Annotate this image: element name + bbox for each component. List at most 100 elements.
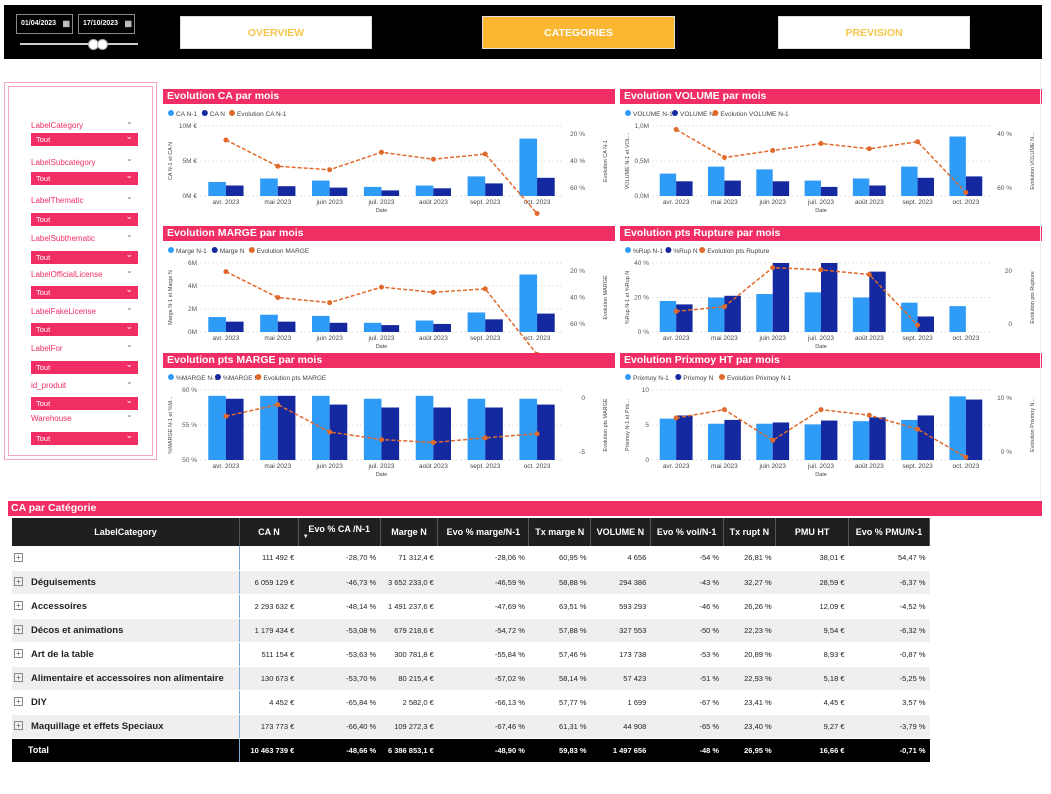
calendar-icon[interactable]: ▦ xyxy=(124,15,132,33)
expand-icon[interactable]: + xyxy=(14,697,23,707)
filter-select-5[interactable]: Tout xyxy=(31,320,138,336)
legend-dot xyxy=(625,247,631,253)
vertical-scrollbar[interactable] xyxy=(1040,60,1041,500)
table-row[interactable]: + Maquillage et effets Speciaux 173 773 € -… xyxy=(12,714,930,739)
evolution-point xyxy=(482,151,488,157)
chevron-down-icon[interactable]: ⌄ xyxy=(126,230,133,239)
column-header-9[interactable]: PMU HT xyxy=(775,518,849,546)
bar-prev xyxy=(659,173,677,196)
evolution-point xyxy=(379,284,384,290)
tab-overview[interactable]: OVERVIEW xyxy=(180,16,372,49)
row-label-text: DIY xyxy=(31,696,47,708)
table-row[interactable]: + Art de la table 511 154 € -53,63 % 300 781… xyxy=(12,642,930,667)
x-tick-label: avr. 2023 xyxy=(213,199,240,206)
filter-select-0[interactable]: Tout xyxy=(31,130,138,146)
table-cell: 8,93 € xyxy=(775,642,849,667)
table-row[interactable]: + Accessoires 2 293 632 € -48,14 % 1 491 237… xyxy=(12,594,930,619)
bar-prev xyxy=(312,180,330,196)
x-tick-label: mai 2023 xyxy=(264,199,291,206)
y-tick-label: 50 % xyxy=(182,457,197,464)
column-header-4[interactable]: Evo % marge/N-1 xyxy=(437,518,530,546)
calendar-icon[interactable]: ▦ xyxy=(62,15,70,33)
total-cell: 10 463 739 € xyxy=(239,738,299,763)
filter-select-4[interactable]: Tout xyxy=(31,283,138,299)
filter-select-2[interactable]: Tout xyxy=(31,210,138,226)
date-end-field[interactable]: 17/10/2023 ▦ xyxy=(78,14,135,34)
evolution-point xyxy=(430,156,436,162)
table-row[interactable]: + Déguisements 6 059 129 € -46,73 % 3 652 23… xyxy=(12,570,930,595)
column-header-6[interactable]: VOLUME N xyxy=(590,518,651,546)
filter-select-6[interactable]: Tout xyxy=(31,358,138,374)
expand-icon[interactable]: + xyxy=(14,673,23,683)
tab-prevision[interactable]: PREVISION xyxy=(778,16,970,49)
expand-icon[interactable]: + xyxy=(14,649,23,659)
column-header-7[interactable]: Evo % vol/N-1 xyxy=(650,518,724,546)
chevron-down-icon[interactable]: ⌄ xyxy=(126,117,133,126)
bar-prev xyxy=(901,166,918,196)
filter-select-8[interactable]: Tout xyxy=(31,429,138,445)
evolution-point xyxy=(275,402,281,408)
expand-icon[interactable]: + xyxy=(14,553,23,563)
table-cell: 4,45 € xyxy=(775,690,849,715)
column-header-2[interactable]: Evo % CA /N-1 ▼ xyxy=(298,518,381,546)
legend-label: Evolution VOLUME N-1 xyxy=(720,111,789,118)
evolution-point xyxy=(721,304,727,310)
date-start-field[interactable]: 01/04/2023 ▦ xyxy=(16,14,73,34)
chart-title-3: Evolution pts Rupture par mois xyxy=(620,226,1042,241)
x-tick-label: sept. 2023 xyxy=(470,199,501,206)
chevron-down-icon[interactable]: ⌄ xyxy=(126,340,133,349)
column-header-3[interactable]: Marge N xyxy=(380,518,439,546)
chevron-down-icon[interactable]: ⌄ xyxy=(126,192,133,201)
tab-categories[interactable]: CATEGORIES xyxy=(482,16,675,49)
expand-icon[interactable]: + xyxy=(14,625,23,635)
table-cell: 80 215,4 € xyxy=(380,666,438,691)
y-tick-label: 55 % xyxy=(182,422,197,429)
expand-icon[interactable]: + xyxy=(14,721,23,731)
slider-handle-end[interactable] xyxy=(97,39,108,50)
y-tick-label: 0 xyxy=(645,457,649,464)
chevron-down-icon[interactable]: ⌄ xyxy=(126,266,133,275)
legend-dot xyxy=(699,247,706,253)
bar-cur xyxy=(724,295,741,332)
x-tick-label: oct. 2023 xyxy=(524,335,551,342)
chevron-down-icon[interactable]: ⌄ xyxy=(126,154,133,163)
row-label: + Alimentaire et accessoires non alimenta… xyxy=(12,666,241,691)
column-header-8[interactable]: Tx rupt N xyxy=(723,518,777,546)
chart-5: Prixmoy N-1 Prixmoy N Evolution Prixmoy N-… xyxy=(625,374,1036,478)
legend-dot xyxy=(675,374,682,380)
bar-prev xyxy=(519,398,538,460)
column-header-1[interactable]: CA N xyxy=(239,518,299,546)
column-header-0[interactable]: LabelCategory xyxy=(12,518,241,546)
y-tick-label: 0M € xyxy=(183,193,198,200)
table-cell: -46,73 % xyxy=(298,570,381,595)
expand-icon[interactable]: + xyxy=(14,577,23,587)
filter-select-7[interactable]: Tout xyxy=(31,394,138,410)
table-row[interactable]: + Décos et animations 1 179 434 € -53,08 % 6… xyxy=(12,618,930,643)
evolution-point xyxy=(963,190,969,195)
table-cell: -28,70 % xyxy=(298,546,381,571)
bar-prev xyxy=(519,274,538,332)
table-row[interactable]: + DIY 4 452 € -65,84 % 2 582,0 € -66,13 % 57,7… xyxy=(12,690,930,715)
date-range-slider[interactable] xyxy=(20,43,138,45)
table-header-row: LabelCategory CA N Evo % CA /N-1 ▼ Marge N Ev… xyxy=(12,518,930,546)
chevron-down-icon[interactable]: ⌄ xyxy=(126,303,133,312)
filter-select-1[interactable]: Tout xyxy=(31,169,138,185)
bar-cur xyxy=(537,313,555,332)
column-header-5[interactable]: Tx marge N xyxy=(528,518,592,546)
bar-prev xyxy=(659,300,677,332)
column-header-10[interactable]: Evo % PMU/N-1 xyxy=(848,518,930,546)
chevron-down-icon[interactable]: ⌄ xyxy=(126,410,133,419)
table-row[interactable]: +111 492 € -28,70 % 71 312,4 € -28,06 % 60,9… xyxy=(12,546,930,571)
chart-1: VOLUME N-1 VOLUME N Evolution VOLUME N-1 1,… xyxy=(625,110,1036,214)
row-label: + Accessoires xyxy=(12,594,241,619)
table-row[interactable]: + Alimentaire et accessoires non alimenta… xyxy=(12,666,930,691)
x-tick-label: juil. 2023 xyxy=(807,463,834,470)
filter-select-3[interactable]: Tout xyxy=(31,248,138,264)
sort-desc-icon[interactable]: ▼ xyxy=(299,534,380,540)
bar-prev xyxy=(708,166,725,196)
expand-icon[interactable]: + xyxy=(14,601,23,611)
table-cell: 71 312,4 € xyxy=(380,546,438,571)
filter-panel-inner: LabelCategory⌄ToutLabelSubcategory⌄ToutL… xyxy=(8,86,153,456)
chevron-down-icon[interactable]: ⌄ xyxy=(126,377,133,386)
bar-prev xyxy=(208,182,226,196)
